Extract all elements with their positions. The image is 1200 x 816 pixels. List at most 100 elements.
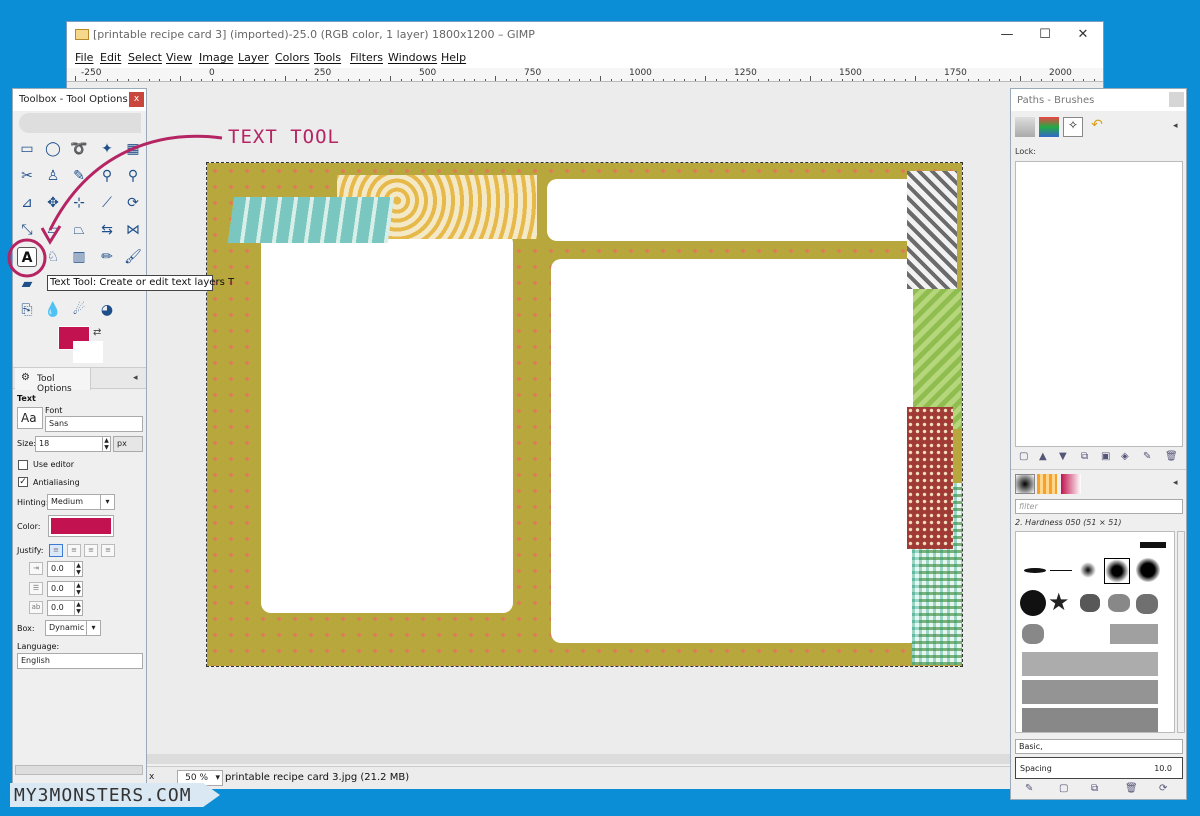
delete-path-icon[interactable]: 🗑 <box>1165 451 1178 462</box>
justify-center-icon[interactable]: ≡ <box>84 544 98 557</box>
paths-list[interactable] <box>1015 161 1183 447</box>
tab-menu-icon[interactable]: ◂ <box>1173 121 1178 131</box>
letter-spacing-field[interactable]: 0.0 ▲ ▼ <box>47 600 83 616</box>
indent-field[interactable]: 0.0 ▲ ▼ <box>47 561 83 577</box>
text-tool-icon[interactable]: A <box>17 247 37 267</box>
pencil-icon[interactable]: ✏ <box>97 247 117 267</box>
measure-icon[interactable]: ⊿ <box>17 193 37 213</box>
brush-filter-input[interactable]: filter <box>1015 499 1183 514</box>
justify-right-icon[interactable]: ≡ <box>67 544 81 557</box>
brush-grid[interactable]: ★ <box>1015 531 1175 733</box>
brush-item[interactable] <box>1020 590 1046 616</box>
horizontal-ruler[interactable]: -250 0 250 500 750 1000 1250 1500 1750 2… <box>67 68 1103 82</box>
tab-brushes-icon[interactable] <box>1015 474 1035 494</box>
tab-layers-icon[interactable] <box>1015 117 1035 137</box>
raise-path-icon[interactable]: ▲ <box>1039 451 1047 462</box>
justify-fill-icon[interactable]: ≡ <box>101 544 115 557</box>
move-icon[interactable]: ✥ <box>43 193 63 213</box>
tab-tool-options[interactable]: ⚙ Tool Options <box>15 368 91 394</box>
eraser-icon[interactable]: ▰ <box>17 274 37 294</box>
menu-tools[interactable]: Tools <box>314 51 341 64</box>
delete-brush-icon[interactable]: 🗑 <box>1125 783 1138 794</box>
horizontal-scrollbar[interactable] <box>147 754 1011 764</box>
box-select[interactable]: Dynamic ▾ <box>45 620 101 636</box>
lasso-select-icon[interactable]: ➰ <box>69 139 89 159</box>
clone-icon[interactable]: ⎘ <box>17 300 37 320</box>
menu-help[interactable]: Help <box>441 51 466 64</box>
tab-menu-icon[interactable]: ◂ <box>1173 478 1178 488</box>
size-field[interactable]: 18 ▲ ▼ <box>35 436 111 452</box>
align-icon[interactable]: ⊹ <box>69 193 89 213</box>
duplicate-path-icon[interactable]: ⧉ <box>1081 451 1088 462</box>
tab-undo-icon[interactable]: ↶ <box>1087 117 1107 137</box>
line-spacing-field[interactable]: 0.0 ▲ ▼ <box>47 581 83 597</box>
brush-item[interactable] <box>1136 594 1158 614</box>
new-brush-icon[interactable]: ▢ <box>1059 783 1068 794</box>
use-editor-checkbox[interactable] <box>18 460 28 470</box>
blur-icon[interactable]: 💧 <box>43 300 63 320</box>
select-by-color-icon[interactable]: ▦ <box>123 139 143 159</box>
tab-patterns-icon[interactable] <box>1037 474 1057 494</box>
zoom-icon[interactable]: ⚲ <box>123 166 143 186</box>
smudge-icon[interactable]: ☄ <box>69 300 89 320</box>
menu-colors[interactable]: Colors <box>275 51 309 64</box>
perspective-icon[interactable]: ⏢ <box>69 220 89 240</box>
swap-colors-icon[interactable]: ⇄ <box>93 327 101 338</box>
refresh-brushes-icon[interactable]: ⟳ <box>1159 783 1167 794</box>
antialiasing-checkbox[interactable]: ✓ <box>18 477 28 487</box>
bucket-fill-icon[interactable]: ♘ <box>43 247 63 267</box>
tab-menu-icon[interactable]: ◂ <box>133 373 138 383</box>
brush-item[interactable] <box>1022 680 1158 704</box>
scissors-icon[interactable]: ✂ <box>17 166 37 186</box>
spin-arrows-icon[interactable]: ▲ ▼ <box>74 562 82 576</box>
background-color-swatch[interactable] <box>73 341 103 363</box>
spin-arrows-icon[interactable]: ▲ ▼ <box>74 601 82 615</box>
path-to-selection-icon[interactable]: ▣ <box>1101 451 1110 462</box>
justify-left-icon[interactable]: ≡ <box>49 544 63 557</box>
menu-file[interactable]: File <box>75 51 93 64</box>
menu-select[interactable]: Select <box>128 51 162 64</box>
brush-item[interactable] <box>1080 594 1100 612</box>
brush-spacing-slider[interactable]: Spacing 10.0 <box>1015 757 1183 779</box>
color-picker-icon[interactable]: ⚲ <box>97 166 117 186</box>
wilber-drop-area[interactable] <box>19 113 141 133</box>
edit-brush-icon[interactable]: ✎ <box>1025 783 1033 794</box>
maximize-button[interactable]: ☐ <box>1035 26 1055 44</box>
brush-item[interactable] <box>1024 568 1046 573</box>
foreground-select-icon[interactable]: ♙ <box>43 166 63 186</box>
menu-filters[interactable]: Filters <box>350 51 383 64</box>
brush-item[interactable] <box>1108 594 1130 612</box>
brush-item[interactable] <box>1110 624 1158 644</box>
menu-view[interactable]: View <box>166 51 192 64</box>
toolbox-close-button[interactable]: x <box>129 92 144 107</box>
tab-paths-icon[interactable]: ✧ <box>1063 117 1083 137</box>
close-button[interactable]: ✕ <box>1073 26 1093 44</box>
paintbrush-icon[interactable]: 🖌 <box>123 247 143 267</box>
brush-preset-select[interactable]: Basic, <box>1015 739 1183 754</box>
stroke-path-icon[interactable]: ✎ <box>1143 451 1151 462</box>
brush-item[interactable] <box>1136 558 1160 582</box>
font-field[interactable]: Sans <box>45 416 143 432</box>
spin-arrows-icon[interactable]: ▲ ▼ <box>102 437 110 451</box>
tab-gradients-icon[interactable] <box>1061 474 1081 494</box>
brush-item[interactable] <box>1140 542 1166 548</box>
minimize-button[interactable]: — <box>997 26 1017 44</box>
unit-selector[interactable]: x <box>149 772 154 782</box>
size-unit-select[interactable]: px <box>113 436 143 452</box>
brush-item[interactable] <box>1104 558 1130 584</box>
menu-edit[interactable]: Edit <box>100 51 121 64</box>
gradient-icon[interactable]: ▥ <box>69 247 89 267</box>
menu-layer[interactable]: Layer <box>238 51 269 64</box>
scale-icon[interactable]: ⤡ <box>17 220 37 240</box>
menu-windows[interactable]: Windows <box>388 51 437 64</box>
recipe-card-image[interactable] <box>206 162 963 667</box>
flip-icon[interactable]: ⇆ <box>97 220 117 240</box>
language-field[interactable]: English <box>17 653 143 669</box>
brush-grid-scrollbar[interactable] <box>1177 531 1185 733</box>
new-path-icon[interactable]: ▢ <box>1019 451 1028 462</box>
selection-to-path-icon[interactable]: ◈ <box>1121 451 1129 462</box>
dodge-burn-icon[interactable]: ◕ <box>97 300 117 320</box>
fuzzy-select-icon[interactable]: ✦ <box>97 139 117 159</box>
toolbox-horizontal-scrollbar[interactable] <box>15 765 143 775</box>
brush-item[interactable] <box>1050 570 1072 571</box>
